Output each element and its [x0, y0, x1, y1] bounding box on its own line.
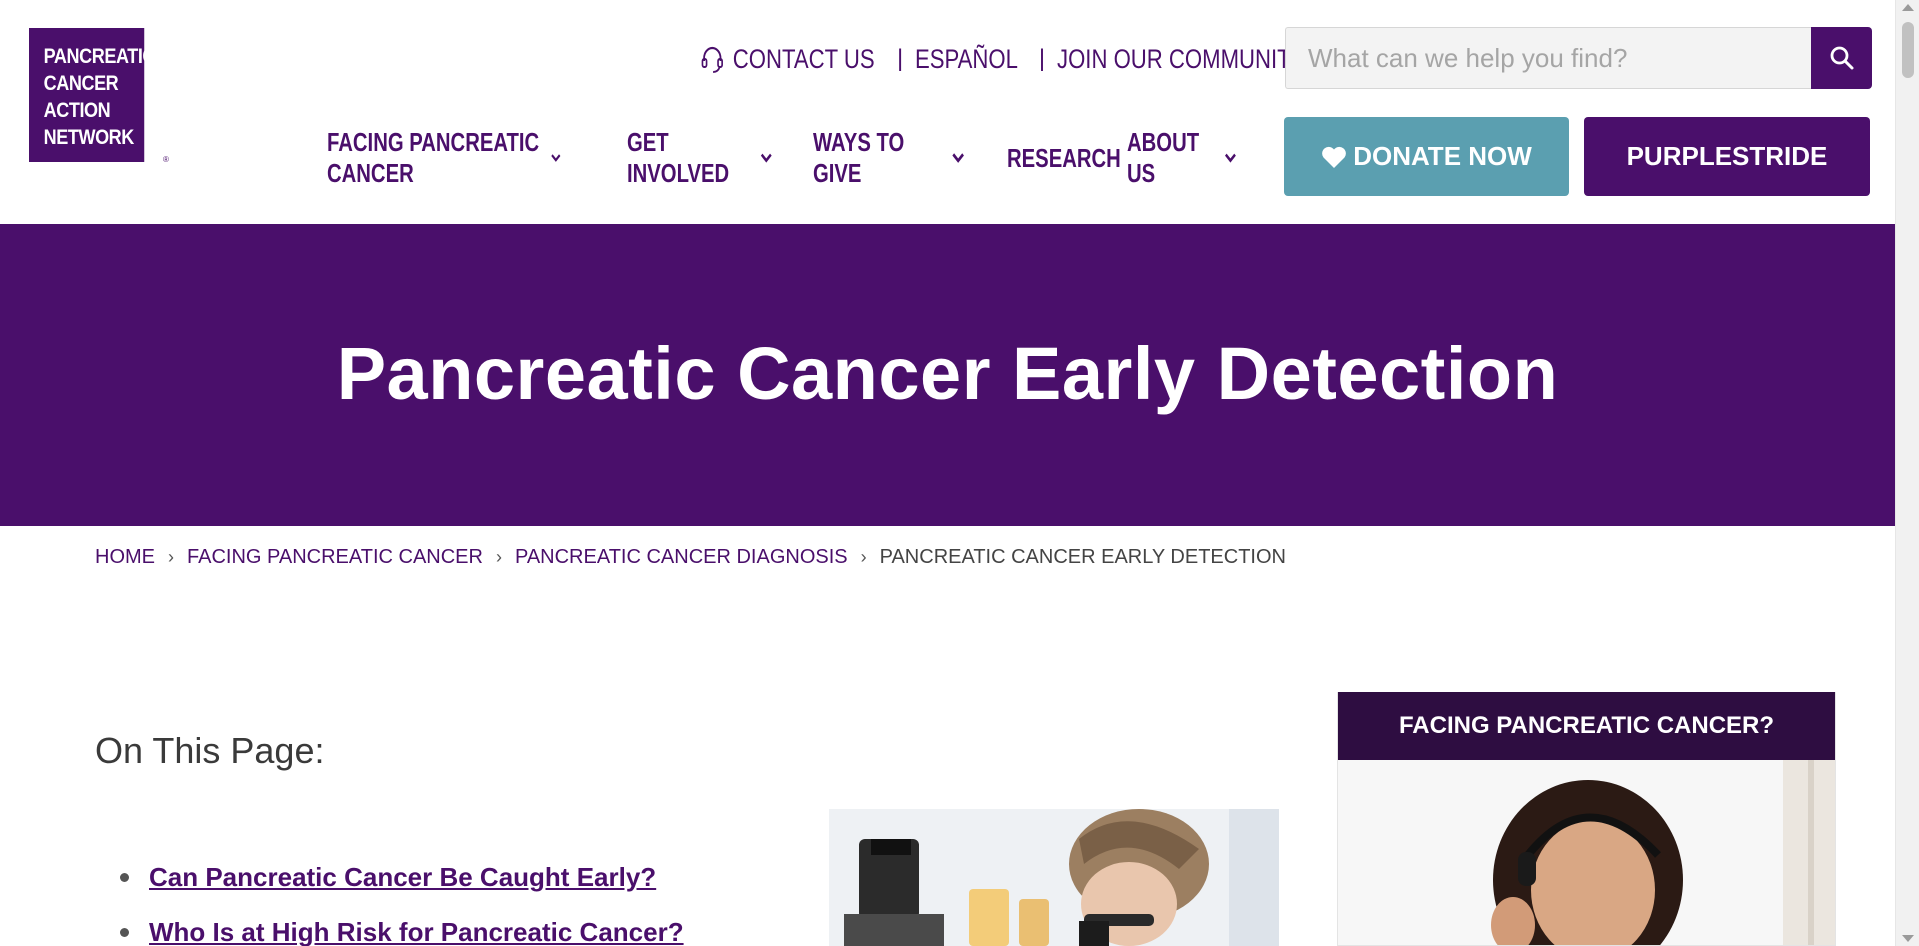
bullet-icon	[120, 928, 129, 937]
breadcrumb-home[interactable]: HOME	[95, 546, 155, 569]
heart-icon	[1322, 146, 1347, 168]
scrollbar-thumb[interactable]	[1902, 22, 1914, 78]
chevron-down-icon	[952, 153, 964, 163]
nav-label: ABOUT US	[1127, 127, 1200, 188]
search-input[interactable]	[1285, 27, 1811, 89]
logo-line: CANCER	[43, 72, 119, 95]
breadcrumb-current: PANCREATIC CANCER EARLY DETECTION	[879, 546, 1286, 568]
breadcrumb-separator: ›	[168, 547, 174, 567]
page-scrollbar[interactable]	[1895, 0, 1919, 946]
nav-label: FACING PANCREATIC CANCER	[327, 127, 540, 188]
search-button[interactable]	[1811, 27, 1872, 89]
chevron-down-icon	[760, 153, 772, 163]
utility-separator: |	[897, 45, 904, 72]
breadcrumb: HOME › FACING PANCREATIC CANCER › PANCRE…	[95, 546, 1286, 569]
page-title: Pancreatic Cancer Early Detection	[336, 331, 1559, 415]
search-icon	[1830, 46, 1853, 70]
breadcrumb-separator: ›	[860, 547, 867, 567]
donate-label: DONATE NOW	[1353, 141, 1532, 171]
on-this-page-list: Can Pancreatic Cancer Be Caught Early? W…	[120, 850, 684, 946]
purplestride-button[interactable]: PURPLESTRIDE	[1584, 117, 1870, 196]
nav-facing-pancreatic-cancer[interactable]: FACING PANCREATIC CANCER	[327, 127, 561, 189]
contact-us-label: CONTACT US	[732, 43, 875, 74]
nav-ways-to-give[interactable]: WAYS TO GIVE	[813, 127, 964, 189]
toc-link-high-risk[interactable]: Who Is at High Risk for Pancreatic Cance…	[149, 917, 684, 946]
utility-nav: CONTACT US | ESPAÑOL | JOIN OUR COMMUNIT…	[700, 40, 1360, 78]
contact-us-link[interactable]: CONTACT US	[700, 44, 875, 75]
donate-now-button[interactable]: DONATE NOW	[1284, 117, 1569, 196]
chevron-down-icon	[1224, 153, 1236, 163]
hero-banner: Pancreatic Cancer Early Detection	[0, 224, 1895, 526]
list-item: Who Is at High Risk for Pancreatic Cance…	[120, 905, 684, 946]
researcher-microscope-photo	[829, 809, 1279, 946]
breadcrumb-separator: ›	[495, 547, 502, 567]
sidebar-heading: FACING PANCREATIC CANCER?	[1338, 692, 1835, 760]
scroll-up-arrow-icon[interactable]	[1902, 4, 1914, 11]
espanol-link[interactable]: ESPAÑOL	[915, 44, 1018, 75]
logo-line: ACTION	[43, 99, 111, 122]
photo-illustration	[829, 809, 1279, 946]
nav-research[interactable]: RESEARCH	[1007, 143, 1121, 174]
main-nav: FACING PANCREATIC CANCER GET INVOLVED WA…	[327, 127, 1267, 188]
facing-cancer-sidebar-card: FACING PANCREATIC CANCER?	[1337, 692, 1836, 946]
breadcrumb-diagnosis[interactable]: PANCREATIC CANCER DIAGNOSIS	[515, 546, 848, 569]
photo-illustration	[1338, 760, 1835, 945]
chevron-down-icon	[551, 154, 561, 162]
join-community-link[interactable]: JOIN OUR COMMUNITY	[1057, 44, 1305, 75]
bullet-icon	[120, 873, 129, 882]
nav-label: WAYS TO GIVE	[813, 127, 905, 188]
utility-separator: |	[1038, 45, 1046, 72]
nav-get-involved[interactable]: GET INVOLVED	[627, 127, 772, 189]
nav-about-us[interactable]: ABOUT US	[1127, 127, 1236, 189]
toc-link-caught-early[interactable]: Can Pancreatic Cancer Be Caught Early?	[149, 862, 656, 893]
headset-icon	[701, 46, 723, 73]
site-search	[1285, 27, 1872, 89]
scroll-down-arrow-icon[interactable]	[1902, 935, 1914, 942]
helpline-agent-photo	[1338, 760, 1835, 945]
logo-registered-mark: ®	[163, 155, 169, 164]
nav-label: GET INVOLVED	[627, 127, 730, 188]
logo-line: PANCREATIC	[43, 45, 156, 68]
list-item: Can Pancreatic Cancer Be Caught Early?	[120, 850, 684, 905]
site-logo[interactable]: PANCREATIC CANCER ACTION NETWORK	[29, 28, 156, 162]
logo-line: NETWORK	[43, 126, 135, 149]
on-this-page-heading: On This Page:	[95, 730, 325, 771]
breadcrumb-facing-pancreatic-cancer[interactable]: FACING PANCREATIC CANCER	[187, 546, 483, 569]
